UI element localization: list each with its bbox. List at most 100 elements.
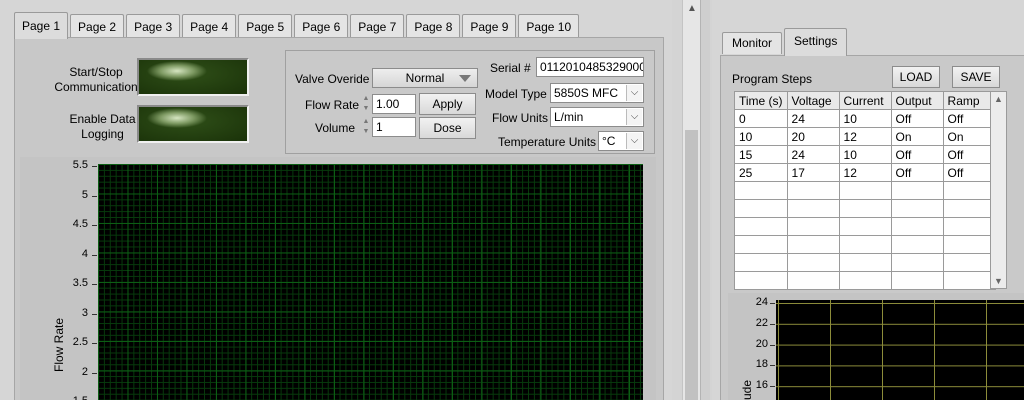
scrollbar-thumb[interactable] [685,130,698,400]
table-cell[interactable] [786,253,840,272]
table-cell[interactable] [890,181,944,200]
table-row[interactable]: 25 17 12 Off Off [734,163,996,182]
table-cell[interactable]: 17 [786,163,840,182]
tab-page-1[interactable]: Page 1 [14,12,69,39]
table-cell[interactable] [838,181,892,200]
increment-arrow-icon[interactable]: ▲ [361,94,371,104]
tab-monitor[interactable]: Monitor [722,32,783,54]
table-scrollbar[interactable]: ▲ ▼ [990,91,1007,289]
tab-page-8[interactable]: Page 8 [406,14,461,38]
table-cell[interactable]: On [942,127,996,146]
save-button[interactable]: SAVE [952,66,1000,88]
enable-data-logging-led[interactable] [137,105,249,143]
load-button[interactable]: LOAD [892,66,940,88]
table-cell[interactable] [734,253,788,272]
column-header[interactable]: Ramp [942,91,996,110]
tab-page-9[interactable]: Page 9 [462,14,517,38]
table-cell[interactable]: 24 [786,145,840,164]
table-cell[interactable] [786,235,840,254]
column-header[interactable]: Current [838,91,892,110]
column-header[interactable]: Output [890,91,944,110]
table-cell[interactable]: 12 [838,163,892,182]
model-type-select[interactable]: 5850S MFC ⌵ [550,83,644,103]
table-row-empty[interactable] [734,253,996,272]
table-cell[interactable] [942,181,996,200]
tab-page-2[interactable]: Page 2 [70,14,125,38]
table-cell[interactable] [942,217,996,236]
volume-spinner[interactable]: ▲ ▼ [361,117,371,137]
tab-page-7[interactable]: Page 7 [350,14,405,38]
table-cell[interactable] [942,199,996,218]
table-cell[interactable]: 10 [734,127,788,146]
table-cell[interactable] [734,217,788,236]
table-cell[interactable] [786,181,840,200]
table-row[interactable]: 10 20 12 On On [734,127,996,146]
decrement-arrow-icon[interactable]: ▼ [361,104,371,114]
table-cell[interactable] [734,271,788,290]
volume-input[interactable]: 1 [372,117,416,137]
table-row-empty[interactable] [734,181,996,200]
table-cell[interactable] [734,181,788,200]
flow-rate-plot[interactable] [98,164,643,400]
table-cell[interactable] [942,235,996,254]
table-cell[interactable]: Off [890,109,944,128]
table-row-empty[interactable] [734,271,996,290]
increment-arrow-icon[interactable]: ▲ [361,117,371,127]
tab-settings[interactable]: Settings [784,28,848,56]
tab-page-3[interactable]: Page 3 [126,14,181,38]
table-cell[interactable] [786,217,840,236]
table-cell[interactable] [838,217,892,236]
table-cell[interactable] [890,271,944,290]
tab-page-4[interactable]: Page 4 [182,14,237,38]
table-cell[interactable] [838,199,892,218]
flow-rate-input[interactable]: 1.00 [372,94,416,114]
table-cell[interactable]: 15 [734,145,788,164]
tab-page-6[interactable]: Page 6 [294,14,349,38]
apply-button[interactable]: Apply [419,93,476,115]
table-cell[interactable]: On [890,127,944,146]
table-cell[interactable] [942,253,996,272]
table-cell[interactable] [890,217,944,236]
table-row-empty[interactable] [734,199,996,218]
vertical-scrollbar[interactable]: ▲ [682,0,700,400]
table-row-empty[interactable] [734,217,996,236]
table-cell[interactable]: Off [942,163,996,182]
panel-divider[interactable] [700,0,710,400]
table-cell[interactable]: 0 [734,109,788,128]
table-cell[interactable]: 20 [786,127,840,146]
table-cell[interactable]: Off [942,145,996,164]
table-cell[interactable] [786,271,840,290]
table-cell[interactable] [786,199,840,218]
scroll-up-arrow-icon[interactable]: ▲ [994,94,1003,104]
valve-override-select[interactable]: Normal [372,68,478,88]
table-cell[interactable] [890,253,944,272]
table-cell[interactable] [734,235,788,254]
column-header[interactable]: Time (s) [734,91,788,110]
table-cell[interactable] [890,199,944,218]
table-cell[interactable]: 25 [734,163,788,182]
table-row[interactable]: 0 24 10 Off Off [734,109,996,128]
table-cell[interactable]: Off [890,145,944,164]
table-cell[interactable]: 10 [838,109,892,128]
scroll-up-arrow-icon[interactable]: ▲ [687,3,697,14]
column-header[interactable]: Voltage [786,91,840,110]
table-cell[interactable]: Off [890,163,944,182]
dose-button[interactable]: Dose [419,117,476,139]
table-row[interactable]: 15 24 10 Off Off [734,145,996,164]
temperature-units-select[interactable]: °C ⌵ [598,131,644,151]
table-cell[interactable]: 10 [838,145,892,164]
start-stop-communication-led[interactable] [137,58,249,96]
flow-rate-spinner[interactable]: ▲ ▼ [361,94,371,114]
table-cell[interactable] [942,271,996,290]
table-cell[interactable]: 12 [838,127,892,146]
table-cell[interactable] [890,235,944,254]
table-cell[interactable] [838,271,892,290]
table-cell[interactable]: 24 [786,109,840,128]
table-row-empty[interactable] [734,235,996,254]
table-cell[interactable] [838,235,892,254]
decrement-arrow-icon[interactable]: ▼ [361,127,371,137]
table-cell[interactable] [734,199,788,218]
tab-page-10[interactable]: Page 10 [518,14,580,38]
right-graph-plot[interactable] [776,300,1024,400]
table-cell[interactable] [838,253,892,272]
